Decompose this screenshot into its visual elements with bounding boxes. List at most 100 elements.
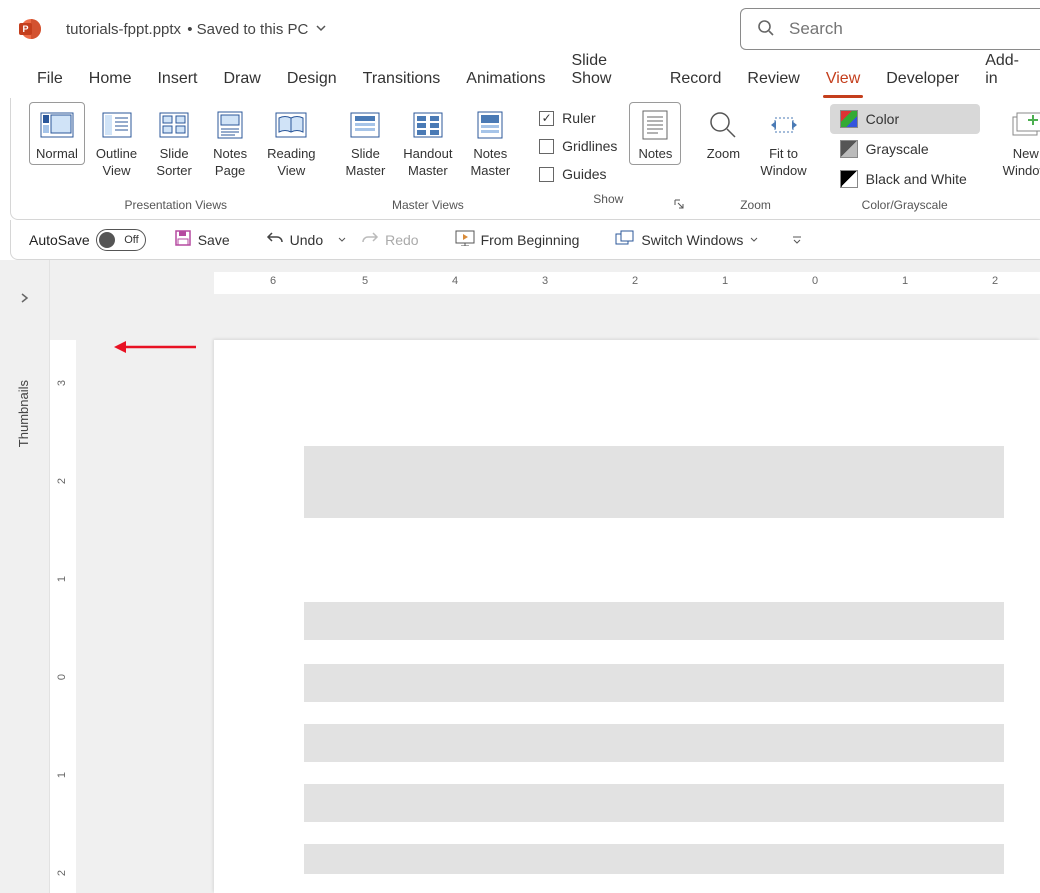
normal-view-label: Normal (36, 145, 78, 162)
zoom-button[interactable]: Zoom (697, 102, 749, 165)
chevron-down-icon[interactable] (314, 21, 328, 38)
normal-view-button[interactable]: Normal (29, 102, 85, 165)
tab-slideshow[interactable]: Slide Show (558, 44, 656, 98)
thumbnails-label[interactable]: Thumbnails (16, 380, 31, 447)
undo-button[interactable]: Undo (258, 225, 331, 254)
group-label-presentation-views: Presentation Views (125, 194, 228, 216)
title-placeholder[interactable] (304, 446, 1004, 518)
bw-swatch-icon (840, 170, 858, 188)
group-label-show: Show (533, 188, 623, 210)
grayscale-button[interactable]: Grayscale (830, 134, 980, 164)
content-placeholder[interactable] (304, 844, 1004, 874)
from-beginning-button[interactable]: From Beginning (447, 226, 588, 253)
gridlines-checkbox[interactable]: Gridlines (533, 132, 623, 160)
tab-design[interactable]: Design (274, 62, 350, 98)
show-dialog-launcher-icon[interactable] (673, 198, 685, 213)
group-master-views: Slide Master Handout Master Notes Master… (331, 98, 526, 219)
search-input[interactable] (789, 19, 1040, 39)
checkbox-icon (539, 139, 554, 154)
zoom-icon (708, 107, 738, 143)
slide-sorter-label: Slide Sorter (156, 145, 191, 179)
quick-access-toolbar: AutoSave Off Save Undo Redo From Beginni… (10, 220, 1040, 260)
red-arrow-annotation-icon (112, 340, 198, 357)
group-label-master-views: Master Views (392, 194, 464, 216)
content-placeholder[interactable] (304, 602, 1004, 640)
switch-windows-button[interactable]: Switch Windows (607, 226, 767, 253)
tab-developer[interactable]: Developer (873, 62, 972, 98)
reading-view-icon (275, 107, 307, 143)
powerpoint-logo-icon: P (18, 17, 42, 41)
checkbox-checked-icon (539, 111, 554, 126)
search-icon (757, 19, 775, 40)
checkbox-icon (539, 167, 554, 182)
fit-to-window-icon (767, 107, 801, 143)
content-placeholder[interactable] (304, 664, 1004, 702)
black-and-white-button[interactable]: Black and White (830, 164, 980, 194)
outline-view-label: Outline View (96, 145, 137, 179)
notes-label: Notes (638, 145, 672, 162)
new-window-icon (1009, 107, 1040, 143)
save-button[interactable]: Save (166, 225, 238, 254)
tab-view[interactable]: View (813, 62, 873, 98)
group-window: New Window (988, 98, 1040, 219)
ruler-checkbox[interactable]: Ruler (533, 104, 623, 132)
content-placeholder[interactable] (304, 724, 1004, 762)
color-swatch-icon (840, 110, 858, 128)
notes-page-icon (217, 107, 243, 143)
slide-master-icon (350, 107, 380, 143)
title-bar: P tutorials-fppt.pptx • Saved to this PC (0, 0, 1040, 58)
redo-button[interactable]: Redo (353, 225, 426, 254)
presentation-icon (455, 230, 475, 249)
slide-sorter-icon (159, 107, 189, 143)
save-icon (174, 229, 192, 250)
redo-icon (361, 229, 379, 250)
grayscale-swatch-icon (840, 140, 858, 158)
notes-page-button[interactable]: Notes Page (204, 102, 256, 182)
notes-icon (642, 107, 668, 143)
undo-dropdown-icon[interactable] (337, 235, 347, 245)
group-label-window (1024, 194, 1027, 216)
handout-master-button[interactable]: Handout Master (396, 102, 459, 182)
svg-text:P: P (22, 24, 28, 34)
slide-master-label: Slide Master (346, 145, 386, 179)
new-window-button[interactable]: New Window (996, 102, 1040, 182)
expand-thumbnails-icon[interactable] (18, 292, 30, 307)
ruler-ticks-icon (214, 272, 1040, 294)
slide-master-button[interactable]: Slide Master (339, 102, 393, 182)
fit-to-window-button[interactable]: Fit to Window (753, 102, 813, 182)
tab-addins[interactable]: Add-in (972, 44, 1040, 98)
horizontal-ruler[interactable]: 6 5 4 3 2 1 0 1 2 (214, 272, 1040, 294)
autosave-toggle[interactable]: Off (96, 229, 146, 251)
tab-file[interactable]: File (24, 62, 76, 98)
outline-view-button[interactable]: Outline View (89, 102, 144, 182)
undo-icon (266, 229, 284, 250)
notes-button[interactable]: Notes (629, 102, 681, 165)
vertical-ruler[interactable]: 3 2 1 0 1 2 (50, 340, 76, 893)
tab-insert[interactable]: Insert (144, 62, 210, 98)
qat-customize-icon[interactable] (791, 234, 803, 246)
tab-animations[interactable]: Animations (453, 62, 558, 98)
color-button[interactable]: Color (830, 104, 980, 134)
group-label-zoom: Zoom (740, 194, 771, 216)
handout-master-icon (413, 107, 443, 143)
fit-to-window-label: Fit to Window (760, 145, 806, 179)
group-show: Ruler Gridlines Guides Show Notes (525, 98, 689, 219)
tab-transitions[interactable]: Transitions (350, 62, 454, 98)
tab-home[interactable]: Home (76, 62, 145, 98)
group-label-color-grayscale: Color/Grayscale (862, 194, 948, 216)
tab-review[interactable]: Review (734, 62, 812, 98)
reading-view-button[interactable]: Reading View (260, 102, 322, 182)
save-status[interactable]: • Saved to this PC (183, 21, 308, 38)
guides-checkbox[interactable]: Guides (533, 160, 623, 188)
content-placeholder[interactable] (304, 784, 1004, 822)
reading-view-label: Reading View (267, 145, 315, 179)
tab-record[interactable]: Record (657, 62, 735, 98)
slide-sorter-button[interactable]: Slide Sorter (148, 102, 200, 182)
tab-draw[interactable]: Draw (210, 62, 273, 98)
document-filename: tutorials-fppt.pptx (66, 21, 181, 38)
group-zoom: Zoom Fit to Window Zoom (689, 98, 821, 219)
slide-canvas[interactable] (214, 340, 1040, 893)
notes-master-button[interactable]: Notes Master (463, 102, 517, 182)
group-color-grayscale: Color Grayscale Black and White Color/Gr… (822, 98, 988, 219)
switch-windows-icon (615, 230, 635, 249)
